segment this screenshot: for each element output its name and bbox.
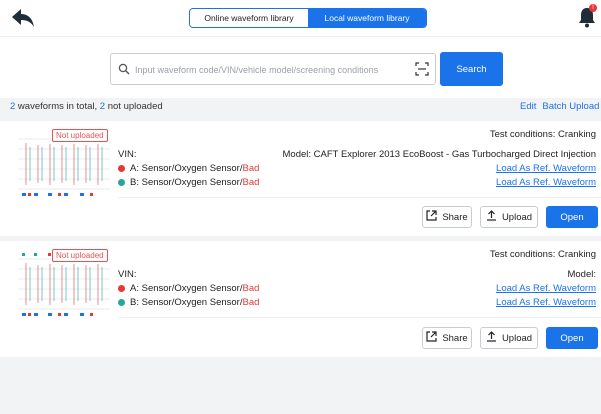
sensor-a-status: Bad [242, 163, 260, 174]
search-icon [118, 63, 130, 75]
test-conditions: Test conditions: Cranking [489, 129, 596, 140]
channel-a-dot [118, 285, 125, 292]
sensor-b-text: B: Sensor/Oxygen Sensor/ [130, 297, 243, 308]
upload-icon [486, 210, 497, 224]
summary-actions: Edit Batch Upload [520, 101, 599, 112]
summary-text: 2 waveforms in total, 2 not uploaded [10, 101, 163, 112]
notification-badge: ! [589, 4, 597, 12]
sensor-b: B: Sensor/Oxygen Sensor/Bad [118, 177, 259, 188]
divider [118, 197, 601, 198]
sensor-b-status: Bad [242, 177, 260, 188]
share-label: Share [442, 211, 468, 223]
upload-button[interactable]: Upload [480, 327, 538, 349]
search-input[interactable] [135, 60, 409, 79]
waveform-card: Not uploaded Test conditions: Cranking V… [0, 121, 601, 236]
model-text: Model: [567, 269, 596, 280]
channel-b-dot [118, 299, 125, 306]
upload-icon [486, 331, 497, 345]
share-button[interactable]: Share [422, 327, 472, 349]
load-ref-waveform-b-link[interactable]: Load As Ref. Waveform [496, 297, 596, 308]
divider [118, 317, 601, 318]
edit-link[interactable]: Edit [520, 101, 536, 112]
batch-upload-link[interactable]: Batch Upload [542, 101, 599, 112]
scan-icon[interactable] [415, 62, 429, 76]
search-button[interactable]: Search [440, 52, 503, 86]
upload-label: Upload [501, 211, 533, 223]
not-uploaded-badge: Not uploaded [52, 129, 108, 142]
sensor-b-status: Bad [242, 297, 260, 308]
search-box [110, 53, 436, 85]
channel-b-dot [118, 179, 125, 186]
search-area: Search [0, 36, 601, 98]
total-suffix: waveforms in total, [15, 101, 100, 112]
sensor-a-text: A: Sensor/Oxygen Sensor/ [130, 163, 243, 174]
library-tabs: Online waveform library Local waveform l… [189, 8, 427, 28]
load-ref-waveform-a-link[interactable]: Load As Ref. Waveform [496, 283, 596, 294]
sensor-a-status: Bad [242, 283, 260, 294]
waveform-card: Not uploaded Test conditions: Cranking V… [0, 241, 601, 357]
model-text: Model: CAFT Explorer 2013 EcoBoost - Gas… [282, 149, 596, 160]
upload-label: Upload [501, 332, 533, 344]
share-label: Share [442, 332, 468, 344]
load-ref-waveform-b-link[interactable]: Load As Ref. Waveform [496, 177, 596, 188]
share-icon [426, 210, 437, 224]
sensor-b: B: Sensor/Oxygen Sensor/Bad [118, 297, 259, 308]
share-icon [426, 331, 437, 345]
vin-label: VIN: [118, 269, 137, 280]
test-conditions: Test conditions: Cranking [489, 249, 596, 260]
open-button[interactable]: Open [546, 206, 598, 228]
sensor-a-text: A: Sensor/Oxygen Sensor/ [130, 283, 243, 294]
top-bar: Online waveform library Local waveform l… [0, 0, 601, 36]
sensor-a: A: Sensor/Oxygen Sensor/Bad [118, 283, 259, 294]
channel-a-dot [118, 165, 125, 172]
load-ref-waveform-a-link[interactable]: Load As Ref. Waveform [496, 163, 596, 174]
upload-button[interactable]: Upload [480, 206, 538, 228]
tab-local-waveform-library[interactable]: Local waveform library [308, 9, 426, 27]
vin-label: VIN: [118, 149, 137, 160]
open-button[interactable]: Open [546, 327, 598, 349]
back-arrow-icon[interactable] [10, 6, 36, 30]
tab-online-waveform-library[interactable]: Online waveform library [190, 9, 308, 27]
not-uploaded-suffix: not uploaded [105, 101, 163, 112]
sensor-a: A: Sensor/Oxygen Sensor/Bad [118, 163, 259, 174]
not-uploaded-badge: Not uploaded [52, 249, 108, 262]
sensor-b-text: B: Sensor/Oxygen Sensor/ [130, 177, 243, 188]
share-button[interactable]: Share [422, 206, 472, 228]
